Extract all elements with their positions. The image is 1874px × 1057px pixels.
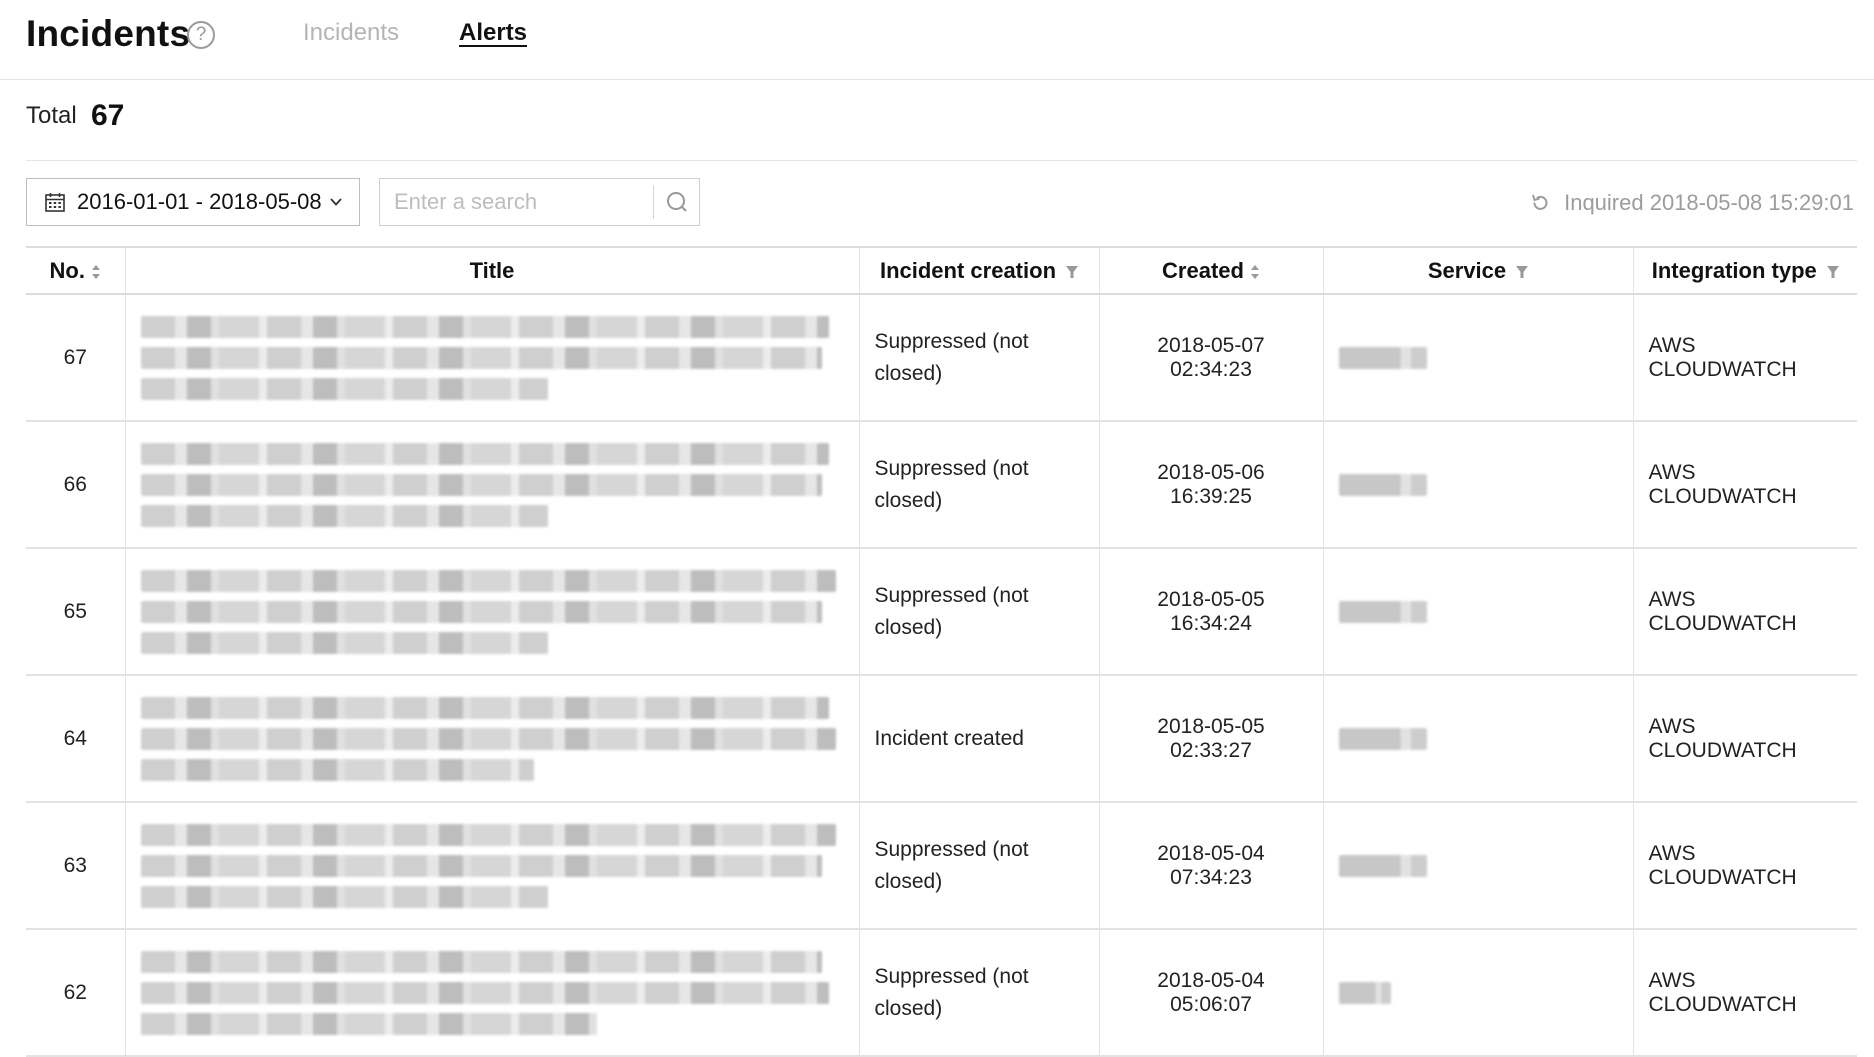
cell-created: 2018-05-05 16:34:24 <box>1098 548 1324 676</box>
filter-icon[interactable] <box>1516 265 1529 279</box>
cell-no: 66 <box>26 421 126 549</box>
table-row[interactable]: 62 Suppressed (not closed) 2018-05-04 05… <box>26 929 1857 1057</box>
help-icon[interactable]: ? <box>187 21 215 49</box>
table-header-row: No. Title Incident creation Created Serv… <box>26 246 1857 295</box>
cell-incident-creation: Suppressed (not closed) <box>858 929 1100 1057</box>
cell-created: 2018-05-07 02:34:23 <box>1098 294 1324 422</box>
inquired-timestamp: Inquired 2018-05-08 15:29:01 <box>1564 190 1854 215</box>
table-row[interactable]: 67 Suppressed (not closed) 2018-05-07 02… <box>26 294 1857 422</box>
cell-title-redacted[interactable] <box>124 421 860 549</box>
page-header: Incidents ? Incidents Alerts <box>0 0 1874 80</box>
cell-integration-type: AWS CLOUDWATCH <box>1632 548 1857 676</box>
cell-no: 65 <box>26 548 126 676</box>
table-row[interactable]: 63 Suppressed (not closed) 2018-05-04 07… <box>26 802 1857 930</box>
refresh-icon[interactable] <box>1530 193 1550 213</box>
cell-no: 67 <box>26 294 126 422</box>
sort-icon[interactable] <box>1250 263 1260 281</box>
cell-title-redacted[interactable] <box>124 548 860 676</box>
cell-incident-creation: Suppressed (not closed) <box>858 548 1100 676</box>
cell-service-redacted <box>1322 675 1634 803</box>
total-label: Total <box>26 102 77 129</box>
sort-icon[interactable] <box>91 263 101 281</box>
cell-integration-type: AWS CLOUDWATCH <box>1632 802 1857 930</box>
search-input[interactable] <box>380 179 652 225</box>
cell-incident-creation: Suppressed (not closed) <box>858 421 1100 549</box>
cell-created: 2018-05-04 07:34:23 <box>1098 802 1324 930</box>
cell-incident-creation: Incident created <box>858 675 1100 803</box>
table-row[interactable]: 65 Suppressed (not closed) 2018-05-05 16… <box>26 548 1857 676</box>
cell-integration-type: AWS CLOUDWATCH <box>1632 929 1857 1057</box>
cell-service-redacted <box>1322 421 1634 549</box>
search-box <box>379 178 700 226</box>
cell-service-redacted <box>1322 929 1634 1057</box>
cell-incident-creation: Suppressed (not closed) <box>858 802 1100 930</box>
column-header-incident-creation[interactable]: Incident creation <box>858 246 1100 295</box>
cell-integration-type: AWS CLOUDWATCH <box>1632 675 1857 803</box>
cell-no: 62 <box>26 929 126 1057</box>
cell-created: 2018-05-06 16:39:25 <box>1098 421 1324 549</box>
cell-created: 2018-05-04 05:06:07 <box>1098 929 1324 1057</box>
date-range-value: 2016-01-01 - 2018-05-08 <box>77 189 322 214</box>
cell-title-redacted[interactable] <box>124 675 860 803</box>
tab-alerts[interactable]: Alerts <box>459 19 527 47</box>
filter-icon[interactable] <box>1826 265 1839 279</box>
filter-icon[interactable] <box>1066 265 1079 279</box>
cell-no: 64 <box>26 675 126 803</box>
page-title: Incidents <box>26 13 191 54</box>
search-icon[interactable] <box>664 189 690 215</box>
cell-title-redacted[interactable] <box>124 294 860 422</box>
column-header-integration-type[interactable]: Integration type <box>1632 246 1857 295</box>
alerts-table: No. Title Incident creation Created Serv… <box>26 246 1857 1057</box>
table-row[interactable]: 66 Suppressed (not closed) 2018-05-06 16… <box>26 421 1857 549</box>
search-divider <box>653 185 654 219</box>
chevron-down-icon <box>329 198 342 206</box>
cell-title-redacted[interactable] <box>124 802 860 930</box>
tab-incidents[interactable]: Incidents <box>303 19 399 47</box>
table-row[interactable]: 64 Incident created 2018-05-05 02:33:27 … <box>26 675 1857 803</box>
cell-title-redacted[interactable] <box>124 929 860 1057</box>
cell-integration-type: AWS CLOUDWATCH <box>1632 294 1857 422</box>
column-header-created[interactable]: Created <box>1098 246 1324 295</box>
cell-created: 2018-05-05 02:33:27 <box>1098 675 1324 803</box>
cell-incident-creation: Suppressed (not closed) <box>858 294 1100 422</box>
date-range-picker[interactable]: 2016-01-01 - 2018-05-08 <box>26 178 360 226</box>
divider <box>26 160 1857 161</box>
cell-no: 63 <box>26 802 126 930</box>
cell-integration-type: AWS CLOUDWATCH <box>1632 421 1857 549</box>
cell-service-redacted <box>1322 294 1634 422</box>
alerts-page: Incidents ? Incidents Alerts Total 67 20… <box>0 0 1874 1057</box>
column-header-title: Title <box>124 246 860 295</box>
column-header-no[interactable]: No. <box>26 246 126 295</box>
cell-service-redacted <box>1322 802 1634 930</box>
column-header-service[interactable]: Service <box>1322 246 1634 295</box>
inquired-status: Inquired 2018-05-08 15:29:01 <box>1530 190 1854 216</box>
calendar-icon <box>45 193 65 212</box>
total-count: 67 <box>91 99 125 132</box>
cell-service-redacted <box>1322 548 1634 676</box>
